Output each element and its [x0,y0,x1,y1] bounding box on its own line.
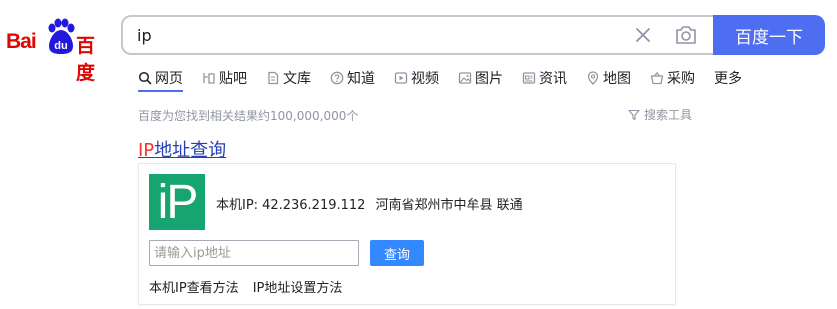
ip-help-links: 本机IP查看方法 IP地址设置方法 [149,277,356,296]
basket-icon [650,71,664,85]
video-icon [394,72,408,84]
search-tools-button[interactable]: 搜索工具 [628,106,692,123]
search-box [121,15,713,55]
search-icon [138,71,152,85]
tab-label: 视频 [411,71,439,87]
tab-purchase[interactable]: 采购 [650,66,695,90]
tieba-icon [203,73,215,84]
ip-setup-method-link[interactable]: IP地址设置方法 [253,281,343,296]
ip-query-button[interactable]: 查询 [370,240,424,266]
tab-label: 知道 [347,71,375,87]
question-icon [330,71,344,85]
close-icon[interactable] [633,25,653,45]
result-title-rest: 地址查询 [154,140,227,161]
ip-address-input[interactable] [149,240,359,266]
tab-web[interactable]: 网页 [138,66,183,90]
result-title-highlight: IP [138,140,155,161]
tab-label: 文库 [283,71,311,87]
search-input[interactable] [137,25,617,45]
tab-label: 资讯 [539,71,567,87]
tab-label: 贴吧 [219,71,247,87]
tab-label: 网页 [155,71,183,87]
tab-wenku[interactable]: 文库 [266,66,311,90]
ip-location: 河南省郑州市中牟县 联通 [375,198,523,213]
tab-label: 更多 [714,71,742,87]
local-ip-line: 本机IP: 42.236.219.112 河南省郑州市中牟县 联通 [216,194,533,213]
filter-icon [628,109,640,120]
image-icon [458,72,472,84]
tab-map[interactable]: 地图 [586,66,631,90]
result-title-link[interactable]: IP地址查询 [138,136,226,162]
result-count: 百度为您找到相关结果约100,000,000个 [138,109,359,123]
ip-logo: iP [149,174,205,230]
tab-images[interactable]: 图片 [458,66,503,90]
tab-label: 图片 [475,71,503,87]
tab-news[interactable]: 资讯 [522,66,567,90]
active-tab-indicator [138,90,183,92]
camera-icon[interactable] [674,24,698,46]
tab-zhidao[interactable]: 知道 [330,66,375,90]
tab-label: 地图 [603,71,631,87]
logo-latin-text: Bai [6,30,37,53]
tab-video[interactable]: 视频 [394,66,439,90]
news-icon [522,72,536,84]
ip-view-method-link[interactable]: 本机IP查看方法 [149,281,239,296]
logo-cn-text: 百度 [76,35,95,84]
doc-icon [268,71,279,85]
map-pin-icon [587,71,599,85]
paw-text: du [54,40,67,52]
search-tools-label: 搜索工具 [644,108,693,122]
tab-more[interactable]: 更多 [714,66,742,90]
baidu-logo[interactable]: Bai du 百度 [6,18,108,84]
search-button[interactable]: 百度一下 [713,15,825,55]
ip-lookup-card: iP 本机IP:42.236.219.112 河南省郑州市中牟县 联通 查询 本机… [138,163,676,305]
paw-icon: du [48,18,75,54]
tab-label: 采购 [667,71,695,87]
tab-tieba[interactable]: 贴吧 [202,66,247,90]
ip-label: 本机IP: [216,198,259,213]
ip-value: 42.236.219.112 [262,198,366,213]
search-tabs: 网页 贴吧 文库 知道 视频 图片 资讯 地图 采购 更多 [138,66,761,90]
